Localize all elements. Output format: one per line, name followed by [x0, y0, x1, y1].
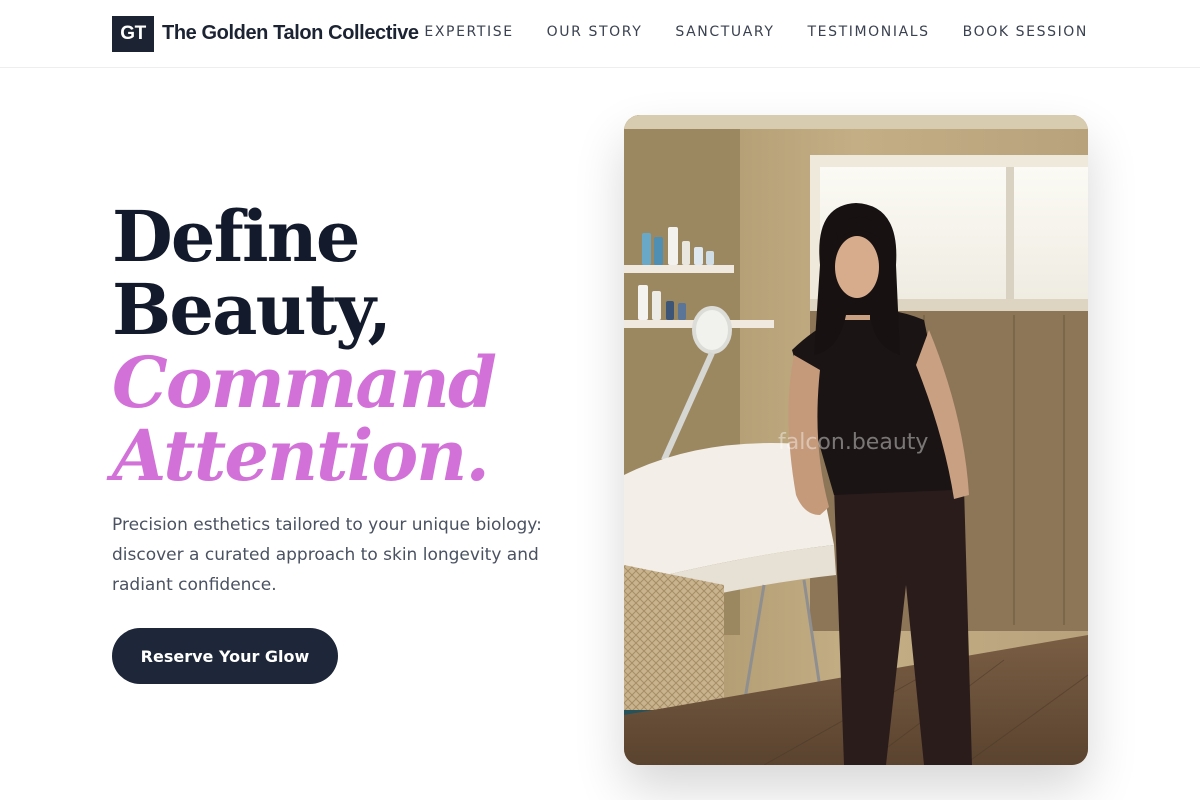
headline-line-define: Define [112, 195, 360, 278]
nav-item-book-session[interactable]: BOOK SESSION [963, 24, 1088, 40]
site-header: GT The Golden Talon Collective EXPERTISE… [0, 0, 1200, 68]
nav-item-our-story[interactable]: OUR STORY [547, 24, 643, 40]
nav-item-sanctuary[interactable]: SANCTUARY [675, 24, 774, 40]
nav-item-testimonials[interactable]: TESTIMONIALS [808, 24, 930, 40]
brand-name[interactable]: The Golden Talon Collective [162, 22, 419, 45]
headline-accent-command: Command [112, 341, 497, 424]
nav-item-expertise[interactable]: EXPERTISE [424, 24, 513, 40]
reserve-your-glow-button[interactable]: Reserve Your Glow [112, 628, 338, 684]
image-watermark: falcon.beauty [778, 430, 929, 455]
hero-subtext: Precision esthetics tailored to your uni… [112, 515, 542, 595]
logo-mark[interactable]: GT [112, 16, 154, 52]
main-nav: EXPERTISE OUR STORY SANCTUARY TESTIMONIA… [424, 24, 1088, 40]
headline-line-beauty: Beauty, [112, 268, 392, 351]
hero-photo: falcon.beauty [624, 115, 1088, 765]
hero-headline: Define Beauty, Command Attention. [112, 195, 497, 497]
headline-accent-attention: Attention. [112, 414, 490, 497]
